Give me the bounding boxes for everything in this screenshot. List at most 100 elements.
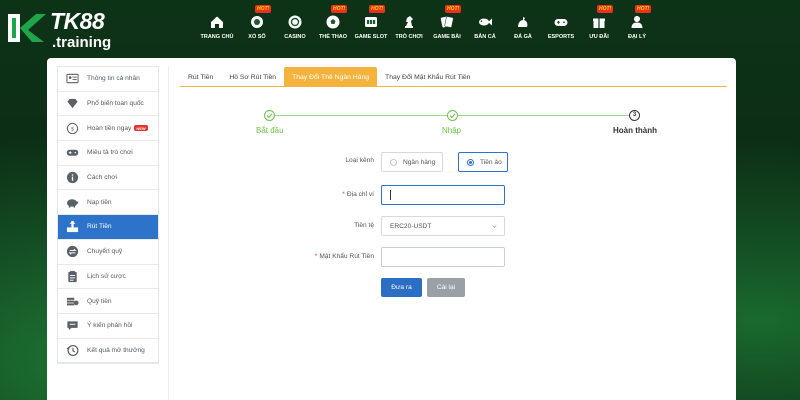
sidebar-item-withdraw[interactable]: Rút Tiền (58, 215, 158, 240)
currency-label: Tiền tệ (354, 222, 374, 229)
nav-item-fish[interactable]: BẮN CÁ (466, 6, 504, 48)
channel-label: Loại kênh (345, 157, 374, 164)
tab-underline (180, 86, 727, 87)
panel-divider (168, 66, 169, 400)
transfer-icon (66, 246, 79, 258)
lottery-icon (251, 16, 263, 28)
sidebar-item-transfer[interactable]: Chuyển quỹ (58, 240, 158, 265)
hot-badge: HOT! (597, 5, 614, 13)
brand-name: TK88 (50, 8, 105, 34)
fish-icon (479, 18, 492, 26)
channel-option-crypto[interactable]: Tiền ảo (458, 152, 508, 172)
chevron-down-icon (492, 225, 497, 229)
nav-item-gamepad[interactable]: ESPORTS (542, 6, 580, 48)
hot-badge: HOT! (445, 5, 462, 13)
nav-item-label: ĐÁ GÀ (514, 34, 532, 40)
channel-option-bank-label: Ngân hàng (403, 158, 436, 166)
cards-icon (440, 16, 454, 28)
sidebar-item-label: Hoàn tiền ngay (87, 124, 132, 132)
step-1-label: Bắt đầu (256, 126, 284, 135)
reset-button[interactable]: Cài lại (427, 278, 465, 297)
nav-item-agent[interactable]: HOT! ĐẠI LÝ (618, 5, 656, 48)
sidebar-item-piggy-bank[interactable]: Nạp tiền (58, 190, 158, 216)
hot-badge: HOT! (255, 5, 272, 13)
nav-item-soccer-ball[interactable]: HOT! THỂ THAO (314, 5, 352, 48)
piggy-bank-icon (66, 199, 79, 208)
step-connector-2 (458, 115, 630, 116)
chess-knight-icon (405, 16, 413, 28)
nav-item-label: GAME SLOT (354, 34, 388, 40)
channel-option-crypto-label: Tiền ảo (480, 158, 502, 166)
soccer-ball-icon (326, 15, 340, 29)
tab-change-bank-card[interactable]: Thay Đổi Thẻ Ngân Hàng (284, 67, 378, 87)
history-icon (66, 344, 79, 356)
hot-badge: HOT! (369, 5, 386, 13)
step-3-number: 3 (629, 109, 640, 121)
nav-item-label: ƯU ĐÃI (589, 34, 609, 40)
sidebar-item-label: Chuyển quỹ (87, 248, 123, 256)
sidebar-item-refund[interactable]: $ Hoàn tiền ngay NEW (58, 116, 158, 142)
nav-item-label: BẮN CÁ (474, 34, 496, 40)
step-2-label: Nhập (442, 126, 462, 135)
refund-icon: $ (66, 122, 79, 134)
sidebar-item-gamepad[interactable]: Miêu tả trò chơi (58, 141, 158, 166)
currency-select[interactable]: ERC20-USDT (381, 216, 505, 236)
tab-withdraw-history[interactable]: Hồ Sơ Rút Tiền (221, 67, 284, 87)
step-2-check-icon (447, 109, 458, 121)
nav-item-casino-chip[interactable]: CASINO (276, 6, 314, 48)
sidebar-item-label: Cách chơi (87, 174, 117, 182)
sidebar-item-label: Kết quả mở thưởng (87, 346, 145, 354)
sidebar-item-history[interactable]: Kết quả mở thưởng (58, 339, 158, 364)
wallet-address-label: * Địa chỉ ví (342, 191, 374, 198)
channel-option-bank[interactable]: Ngân hàng (381, 152, 443, 172)
text-cursor (390, 190, 391, 200)
top-navigation-bar: TK88 .training TRANG CHỦ HOT! XỔ SỐ CASINO H… (0, 0, 800, 55)
sidebar-item-clipboard[interactable]: Lịch sử cược (58, 265, 158, 290)
brand-logo[interactable]: TK88 .training (4, 6, 144, 52)
sidebar-item-label: Miêu tả trò chơi (87, 149, 133, 157)
wallet-address-input[interactable] (381, 185, 505, 205)
gift-icon (593, 18, 605, 28)
money-stack-icon (66, 297, 79, 305)
nav-item-label: TRÒ CHƠI (395, 34, 423, 40)
nav-item-cards[interactable]: HOT! GAME BÀI (428, 5, 466, 48)
nav-item-chess-knight[interactable]: TRÒ CHƠI (390, 6, 428, 48)
new-badge: NEW (134, 125, 148, 132)
submit-button[interactable]: Đưa ra (381, 278, 422, 297)
diamond-icon (67, 98, 78, 109)
sidebar-item-label: Ý kiến phản hồi (87, 322, 133, 330)
withdraw-password-input[interactable] (381, 247, 505, 267)
home-icon (211, 16, 223, 28)
nav-item-label: XỔ SỐ (248, 34, 266, 40)
step-3-label: Hoàn thành (613, 126, 657, 135)
nav-item-label: THỂ THAO (318, 34, 348, 40)
tab-withdraw[interactable]: Rút Tiền (180, 67, 221, 87)
sidebar-item-diamond[interactable]: Phổ biến toàn quốc (58, 92, 158, 117)
sidebar-item-label: Lịch sử cược (87, 272, 126, 280)
tab-change-withdraw-password[interactable]: Thay Đổi Mật Khẩu Rút Tiền (377, 67, 478, 87)
radio-bank[interactable] (390, 158, 397, 166)
withdraw-password-label: * Mật Khẩu Rút Tiền (314, 253, 374, 260)
nav-item-lottery[interactable]: HOT! XỔ SỐ (238, 5, 276, 48)
nav-item-label: TRANG CHỦ (200, 34, 234, 40)
rooster-icon (518, 17, 528, 27)
nav-item-label: ĐẠI LÝ (627, 34, 647, 40)
nav-item-gift[interactable]: HOT! ƯU ĐÃI (580, 5, 618, 48)
nav-item-slot-machine[interactable]: HOT! GAME SLOT (352, 5, 390, 48)
agent-icon (631, 16, 643, 28)
sidebar-item-info[interactable]: Cách chơi (58, 166, 158, 191)
sidebar-item-money-stack[interactable]: Quỹ tiền (58, 289, 158, 314)
sidebar-item-label: Quỹ tiền (87, 297, 112, 305)
sidebar-item-feedback[interactable]: Ý kiến phản hồi (58, 314, 158, 339)
logo-k-icon (8, 14, 46, 42)
nav-item-home[interactable]: TRANG CHỦ (196, 6, 238, 48)
sidebar-item-profile-card[interactable]: Thông tin cá nhân (58, 67, 158, 92)
profile-card-icon (66, 74, 79, 84)
feedback-icon (67, 321, 78, 331)
radio-crypto[interactable] (467, 158, 474, 166)
nav-item-rooster[interactable]: ĐÁ GÀ (504, 6, 542, 48)
sidebar-item-label: Nạp tiền (87, 198, 112, 206)
account-sidebar: Thông tin cá nhân Phổ biến toàn quốc $ Hoàn… (57, 66, 159, 364)
hot-badge: HOT! (331, 5, 348, 13)
slot-machine-icon (365, 17, 377, 27)
